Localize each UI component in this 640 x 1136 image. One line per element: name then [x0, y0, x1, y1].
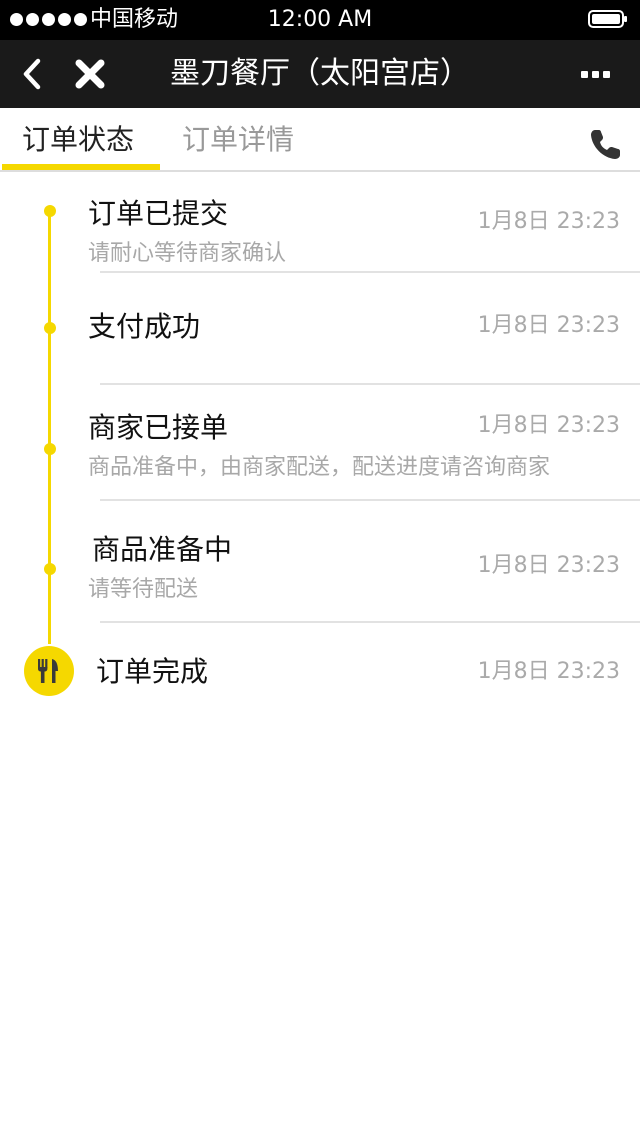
timeline-line: [48, 212, 51, 644]
timeline-dot: [44, 563, 56, 575]
divider: [100, 621, 640, 623]
more-button[interactable]: [576, 54, 616, 94]
divider: [100, 383, 640, 385]
step-time: 1月8日 23:23: [477, 209, 620, 234]
step-title: 支付成功: [88, 310, 201, 343]
navigation-bar: 墨刀餐厅（太阳宫店）: [0, 40, 640, 108]
step-time: 1月8日 23:23: [477, 553, 620, 578]
tab-bar: 订单状态 订单详情: [0, 108, 640, 172]
step-title: 商家已接单: [88, 411, 229, 444]
step-subtitle: 请耐心等待商家确认: [88, 241, 287, 266]
battery-icon: [588, 10, 627, 28]
timeline-dot: [44, 443, 56, 455]
page-title: 墨刀餐厅（太阳宫店）: [170, 56, 470, 91]
divider: [100, 499, 640, 501]
step-time: 1月8日 23:23: [477, 313, 620, 338]
step-title: 商品准备中: [92, 533, 233, 566]
timeline-dot: [44, 205, 56, 217]
step-title: 订单已提交: [88, 197, 229, 230]
step-subtitle: 请等待配送: [88, 577, 199, 602]
timeline-dot: [44, 322, 56, 334]
phone-icon[interactable]: [588, 128, 622, 162]
more-dots-icon: [581, 71, 610, 78]
divider: [100, 271, 640, 273]
back-button[interactable]: [12, 54, 52, 94]
step-title: 订单完成: [96, 655, 209, 688]
step-time: 1月8日 23:23: [477, 413, 620, 438]
final-step-badge: [24, 646, 74, 696]
active-tab-indicator: [2, 164, 160, 170]
step-time: 1月8日 23:23: [477, 659, 620, 684]
close-icon: [75, 59, 105, 89]
fork-knife-icon: [38, 659, 58, 683]
status-time: 12:00 AM: [267, 7, 373, 32]
close-button[interactable]: [70, 54, 110, 94]
status-bar: 中国移动 12:00 AM: [0, 0, 640, 40]
chevron-left-icon: [23, 58, 41, 90]
step-subtitle: 商品准备中，由商家配送，配送进度请咨询商家: [88, 455, 551, 480]
tab-order-details[interactable]: 订单详情: [182, 122, 294, 158]
tab-order-status[interactable]: 订单状态: [22, 122, 134, 158]
